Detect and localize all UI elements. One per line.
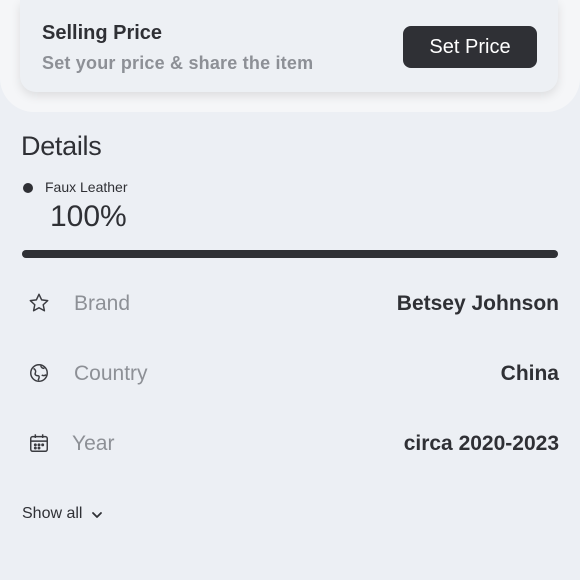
detail-value-brand: Betsey Johnson: [396, 292, 559, 315]
chevron-down-icon: [91, 508, 103, 520]
selling-price-subtitle: Set your price & share the item: [42, 53, 314, 73]
selling-price-card: Selling Price Set your price & share the…: [20, 0, 558, 92]
material-percent: 100%: [50, 200, 127, 233]
detail-row-year: Year circa 2020-2023: [0, 424, 580, 464]
details-heading: Details: [21, 131, 102, 161]
show-all-link[interactable]: Show all: [22, 505, 103, 523]
detail-label-brand: Brand: [74, 292, 131, 315]
detail-label-year: Year: [72, 432, 115, 455]
material-legend-dot: [23, 183, 33, 193]
material-name: Faux Leather: [45, 179, 128, 195]
material-composition-fill: [22, 250, 558, 258]
detail-value-country: China: [500, 362, 559, 385]
calendar-icon: [28, 432, 50, 454]
set-price-button[interactable]: Set Price: [403, 26, 537, 68]
detail-row-brand: Brand Betsey Johnson: [0, 284, 580, 324]
show-all-label: Show all: [22, 505, 83, 522]
detail-row-country: Country China: [0, 354, 580, 394]
star-icon: [28, 292, 50, 314]
detail-value-year: circa 2020-2023: [403, 432, 559, 455]
material-composition-bar: [22, 250, 558, 258]
selling-price-title: Selling Price: [42, 22, 163, 44]
detail-label-country: Country: [74, 362, 148, 385]
globe-icon: [28, 362, 50, 384]
